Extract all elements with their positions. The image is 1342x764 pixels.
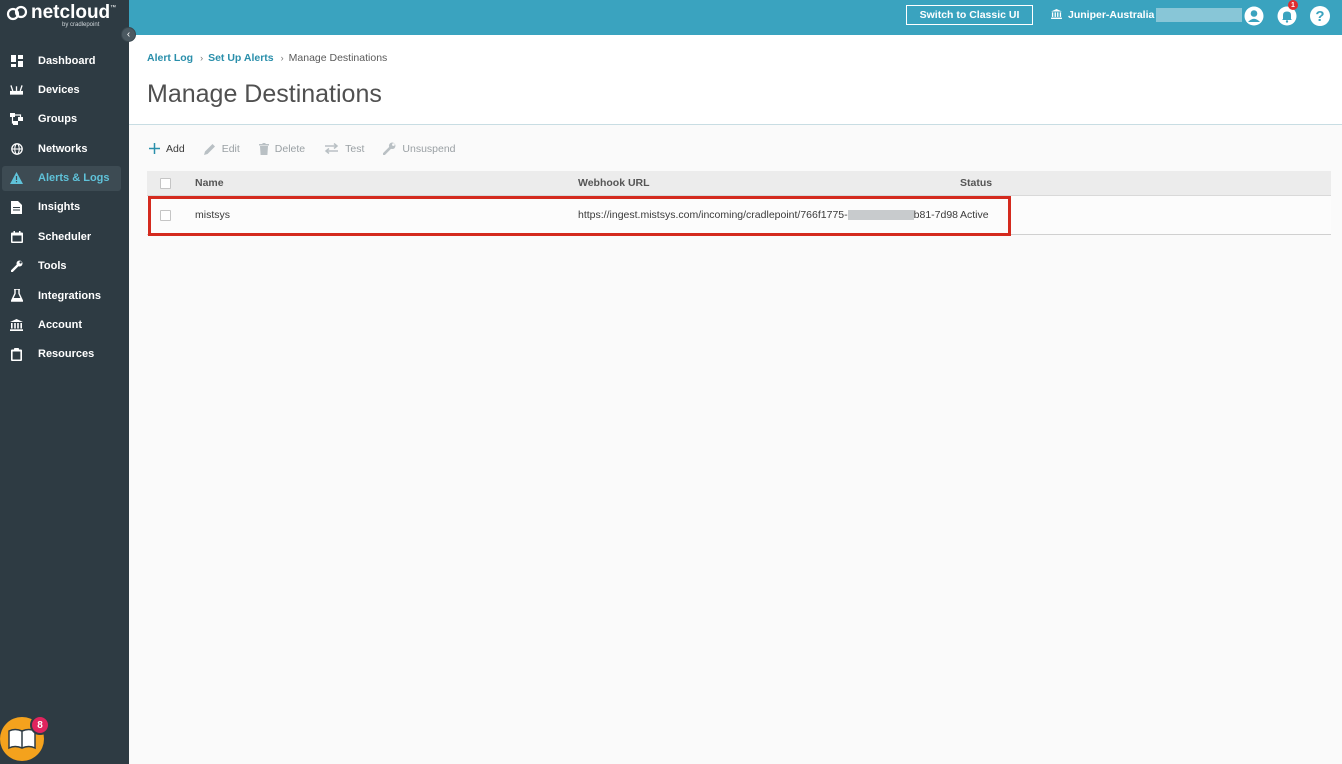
add-button[interactable]: Add [149, 143, 185, 155]
destinations-table: Name Webhook URL Status mistsys https://… [147, 171, 1331, 235]
delete-label: Delete [274, 142, 306, 155]
chevron-left-icon: ‹ [126, 29, 131, 40]
sidebar-item-label: Insights [38, 201, 81, 214]
globe-icon [10, 142, 23, 155]
breadcrumb-current: Manage Destinations [288, 52, 388, 64]
status-value: Active [960, 209, 989, 221]
sidebar-item-label: Groups [38, 113, 78, 126]
breadcrumb-set-up-alerts[interactable]: Set Up Alerts [208, 52, 274, 64]
sidebar-item-label: Devices [38, 83, 80, 96]
groups-icon [10, 113, 23, 126]
sidebar-item-scheduler[interactable]: Scheduler [2, 224, 121, 249]
sidebar-item-integrations[interactable]: Integrations [2, 283, 121, 308]
row-checkbox[interactable] [160, 209, 171, 221]
trash-icon [258, 142, 269, 155]
bank-icon [1051, 8, 1062, 22]
select-all-checkbox[interactable] [160, 177, 171, 189]
brand-name: netcloud [31, 2, 111, 23]
add-label: Add [166, 142, 185, 155]
user-profile-button[interactable] [1244, 6, 1264, 26]
calendar-icon [10, 230, 23, 243]
sidebar-item-account[interactable]: Account [2, 313, 121, 338]
main-content: Alert Log › Set Up Alerts › Manage Desti… [129, 35, 1342, 764]
table-header: Name Webhook URL Status [147, 171, 1331, 196]
switch-to-classic-button[interactable]: Switch to Classic UI [906, 5, 1033, 25]
sidebar: netcloud ™ by cradlepoint ‹ Dashboard De… [0, 0, 136, 764]
delete-button[interactable]: Delete [258, 142, 306, 155]
sidebar-item-label: Scheduler [38, 230, 92, 243]
edit-label: Edit [221, 142, 240, 155]
wrench-icon [10, 260, 23, 273]
sidebar-item-label: Tools [38, 260, 67, 273]
wrench-icon [383, 142, 396, 155]
sidebar-item-label: Dashboard [38, 54, 96, 67]
sidebar-nav: Dashboard Devices Groups Networks Alerts… [0, 48, 129, 367]
sidebar-item-tools[interactable]: Tools [2, 254, 121, 279]
breadcrumb: Alert Log › Set Up Alerts › Manage Desti… [147, 52, 387, 64]
sidebar-item-networks[interactable]: Networks [2, 136, 121, 161]
help-glyph: ? [1315, 7, 1325, 25]
swap-arrows-icon [324, 143, 339, 154]
destination-name: mistsys [195, 209, 230, 221]
warning-icon [10, 172, 23, 185]
brand-trademark: ™ [110, 5, 117, 11]
chevron-right-icon: › [280, 53, 284, 63]
bank-icon [10, 319, 23, 332]
help-button[interactable]: ? [1310, 6, 1330, 26]
redacted-block [1156, 8, 1243, 22]
sidebar-item-label: Resources [38, 348, 95, 361]
unsuspend-button[interactable]: Unsuspend [383, 142, 456, 155]
sidebar-item-resources[interactable]: Resources [2, 342, 121, 367]
edit-button[interactable]: Edit [203, 142, 240, 155]
column-header-webhook-url[interactable]: Webhook URL [578, 177, 650, 189]
column-header-name[interactable]: Name [195, 177, 224, 189]
router-icon [10, 83, 23, 96]
webhook-url: https://ingest.mistsys.com/incoming/crad… [578, 209, 958, 221]
account-name: Juniper-Australia [1068, 9, 1155, 21]
chevron-right-icon: › [200, 53, 204, 63]
test-label: Test [345, 142, 365, 155]
sidebar-item-label: Networks [38, 142, 88, 155]
dashboard-icon [10, 54, 23, 67]
clipboard-icon [10, 347, 23, 361]
sidebar-item-label: Alerts & Logs [38, 172, 110, 185]
webhook-url-suffix: b81-7d98 [913, 209, 959, 221]
user-circle-icon [1244, 6, 1264, 26]
webhook-url-prefix: https://ingest.mistsys.com/incoming/crad… [578, 209, 848, 221]
column-header-status[interactable]: Status [960, 177, 992, 189]
sidebar-item-devices[interactable]: Devices [2, 77, 121, 102]
sidebar-item-label: Account [38, 319, 82, 332]
collapse-sidebar-button[interactable]: ‹ [121, 27, 136, 42]
brand-sub: by cradlepoint [62, 22, 100, 28]
sidebar-item-label: Integrations [38, 289, 101, 302]
plus-icon [149, 143, 160, 154]
breadcrumb-alert-log[interactable]: Alert Log [147, 52, 193, 64]
help-circle-icon: ? [1310, 6, 1330, 26]
document-icon [10, 200, 23, 214]
table-row[interactable]: mistsys https://ingest.mistsys.com/incom… [147, 196, 1331, 235]
help-notification-badge: 8 [30, 715, 50, 735]
redacted-block [847, 210, 914, 221]
sidebar-item-groups[interactable]: Groups [2, 107, 121, 132]
notification-count-badge: 1 [1288, 0, 1298, 10]
page-header: Alert Log › Set Up Alerts › Manage Desti… [129, 35, 1342, 125]
flask-icon [10, 289, 23, 302]
pencil-icon [203, 143, 216, 155]
destinations-toolbar: Add Edit Delete Test Unsuspend [149, 142, 475, 155]
top-bar: Switch to Classic UI Juniper-Australia 1… [129, 0, 1342, 35]
sidebar-item-insights[interactable]: Insights [2, 195, 121, 220]
account-selector[interactable]: Juniper-Australia [1051, 8, 1243, 22]
netcloud-logo-icon [6, 5, 28, 21]
test-button[interactable]: Test [324, 143, 364, 155]
sidebar-item-dashboard[interactable]: Dashboard [2, 48, 121, 73]
unsuspend-label: Unsuspend [402, 142, 456, 155]
page-title: Manage Destinations [147, 80, 382, 108]
brand-logo[interactable]: netcloud ™ by cradlepoint [0, 0, 129, 35]
sidebar-item-alerts-logs[interactable]: Alerts & Logs [2, 165, 121, 191]
